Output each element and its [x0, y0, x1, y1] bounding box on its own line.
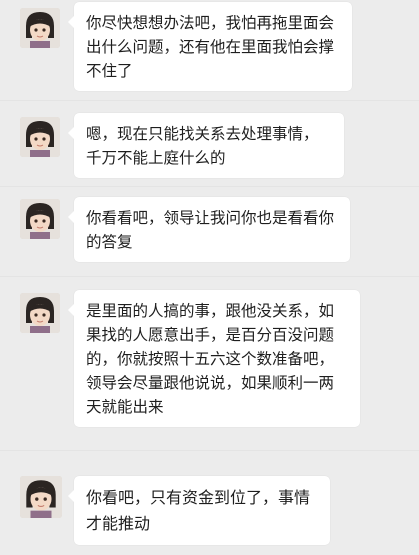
sender-avatar-icon[interactable] [20, 117, 60, 157]
sender-avatar-icon[interactable] [20, 199, 60, 239]
message-bubble[interactable]: 你看看吧，领导让我问你也是看看你的答复 [68, 197, 350, 262]
message-text: 是里面的人搞的事，跟他没关系，如果找的人愿意出手，是百分百没问题的，你就按照十五… [86, 302, 335, 416]
message-text: 你看吧，只有资金到位了，事情才能推动 [86, 488, 311, 533]
message-bubble[interactable]: 你尽快想想办法吧，我怕再拖里面会出什么问题，还有他在里面我怕会撑不住了 [68, 2, 352, 91]
sender-avatar-icon[interactable] [20, 293, 60, 333]
message-text: 你看看吧，领导让我问你也是看看你的答复 [86, 209, 335, 251]
divider [0, 186, 419, 187]
message-bubble[interactable]: 嗯，现在只能找关系去处理事情，千万不能上庭什么的 [68, 113, 344, 178]
sender-avatar-icon[interactable] [20, 476, 62, 518]
divider [0, 450, 419, 451]
message-text: 你尽快想想办法吧，我怕再拖里面会出什么问题，还有他在里面我怕会撑不住了 [86, 14, 335, 80]
divider [0, 276, 419, 277]
message-bubble[interactable]: 你看吧，只有资金到位了，事情才能推动 [68, 476, 330, 545]
sender-avatar-icon[interactable] [20, 8, 60, 48]
divider [0, 100, 419, 101]
message-text: 嗯，现在只能找关系去处理事情，千万不能上庭什么的 [86, 125, 319, 167]
chat-conversation: 你尽快想想办法吧，我怕再拖里面会出什么问题，还有他在里面我怕会撑不住了 嗯，现在… [0, 0, 419, 555]
message-bubble[interactable]: 是里面的人搞的事，跟他没关系，如果找的人愿意出手，是百分百没问题的，你就按照十五… [68, 290, 360, 427]
